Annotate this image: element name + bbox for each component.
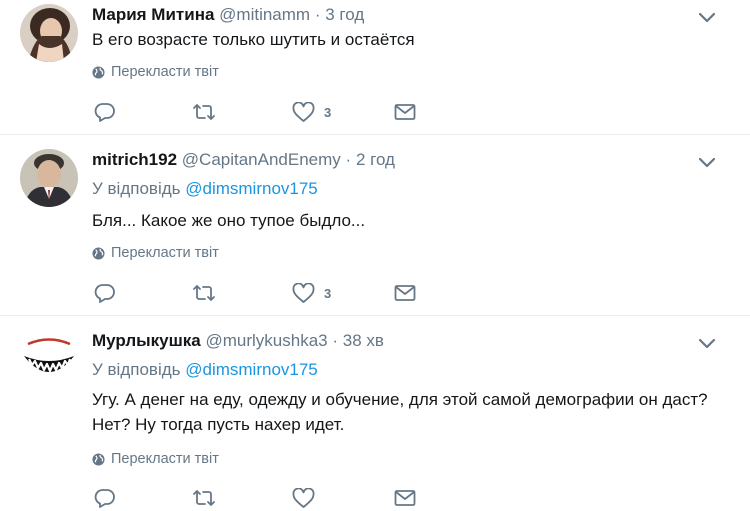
reply-context: У відповідь @dimsmirnov175 [92, 179, 318, 199]
retweet-button[interactable] [192, 281, 216, 305]
tweet-2[interactable]: mitrich192 @CapitanAndEnemy · 2 год У ві… [0, 135, 750, 315]
heart-icon [292, 487, 315, 508]
separator: · [314, 5, 321, 24]
heart-icon [292, 101, 315, 122]
handle[interactable]: @murlykushka3 [206, 331, 328, 350]
tweet-1[interactable]: Мария Митина @mitinamm · 3 год В его воз… [0, 0, 750, 134]
reply-prefix: У відповідь [92, 360, 181, 379]
tweet-text: Угу. А денег на еду, одежду и обучение, … [92, 387, 732, 437]
tweet-text-line: Нет? Ну тогда пусть нахер идет. [92, 415, 345, 434]
display-name[interactable]: Мурлыкушка [92, 331, 201, 350]
translate-tweet-link[interactable]: Перекласти твіт [92, 64, 219, 80]
avatar[interactable] [20, 330, 78, 388]
heart-icon [292, 282, 315, 303]
envelope-icon [394, 104, 416, 120]
like-button[interactable]: 3 [292, 281, 331, 305]
timestamp[interactable]: 2 год [356, 150, 395, 169]
chevron-down-icon[interactable] [697, 336, 717, 350]
separator: · [332, 331, 339, 350]
tweet-3[interactable]: Мурлыкушка @murlykushka3 · 38 хв У відпо… [0, 316, 750, 511]
retweet-icon [193, 285, 215, 301]
handle[interactable]: @CapitanAndEnemy [182, 150, 341, 169]
reply-icon [94, 489, 115, 508]
like-button[interactable] [292, 486, 324, 510]
chevron-down-icon[interactable] [697, 155, 717, 169]
translate-label: Перекласти твіт [111, 64, 219, 80]
tweet-text: В его возрасте только шутить и остаётся [92, 30, 415, 49]
tweet-text-line: Угу. А денег на еду, одежду и обучение, … [92, 390, 708, 409]
tweet-header: Мурлыкушка @murlykushka3 · 38 хв [92, 331, 384, 351]
mention-link[interactable]: @dimsmirnov175 [185, 179, 318, 198]
translate-tweet-link[interactable]: Перекласти твіт [92, 451, 219, 467]
envelope-icon [394, 285, 416, 301]
reply-icon [94, 284, 115, 303]
translate-tweet-link[interactable]: Перекласти твіт [92, 245, 219, 261]
translate-label: Перекласти твіт [111, 245, 219, 261]
retweet-button[interactable] [192, 486, 216, 510]
timestamp[interactable]: 3 год [325, 5, 364, 24]
translate-label: Перекласти твіт [111, 451, 219, 467]
globe-icon [92, 452, 105, 466]
direct-message-button[interactable] [394, 281, 416, 305]
tweet-header: mitrich192 @CapitanAndEnemy · 2 год [92, 150, 395, 170]
separator: · [345, 150, 352, 169]
reply-icon [94, 103, 115, 122]
tweet-header: Мария Митина @mitinamm · 3 год [92, 5, 364, 25]
retweet-icon [193, 490, 215, 506]
mention-link[interactable]: @dimsmirnov175 [185, 360, 318, 379]
like-count: 3 [324, 104, 332, 120]
reply-prefix: У відповідь [92, 179, 181, 198]
avatar[interactable] [20, 149, 78, 207]
retweet-icon [193, 104, 215, 120]
chevron-down-icon[interactable] [697, 10, 717, 24]
timestamp[interactable]: 38 хв [343, 331, 384, 350]
globe-icon [92, 246, 105, 260]
like-count: 3 [324, 285, 332, 301]
direct-message-button[interactable] [394, 100, 416, 124]
reply-button[interactable] [94, 486, 116, 510]
display-name[interactable]: Мария Митина [92, 5, 214, 24]
like-button[interactable]: 3 [292, 100, 331, 124]
globe-icon [92, 65, 105, 79]
tweet-actions [94, 486, 424, 510]
tweet-actions: 3 [94, 281, 424, 305]
reply-button[interactable] [94, 281, 116, 305]
direct-message-button[interactable] [394, 486, 416, 510]
reply-button[interactable] [94, 100, 116, 124]
handle[interactable]: @mitinamm [219, 5, 310, 24]
tweet-text: Бля... Какое же оно тупое быдло... [92, 211, 366, 230]
avatar[interactable] [20, 4, 78, 62]
retweet-button[interactable] [192, 100, 216, 124]
tweet-actions: 3 [94, 100, 424, 124]
reply-context: У відповідь @dimsmirnov175 [92, 360, 318, 380]
display-name[interactable]: mitrich192 [92, 150, 177, 169]
envelope-icon [394, 490, 416, 506]
